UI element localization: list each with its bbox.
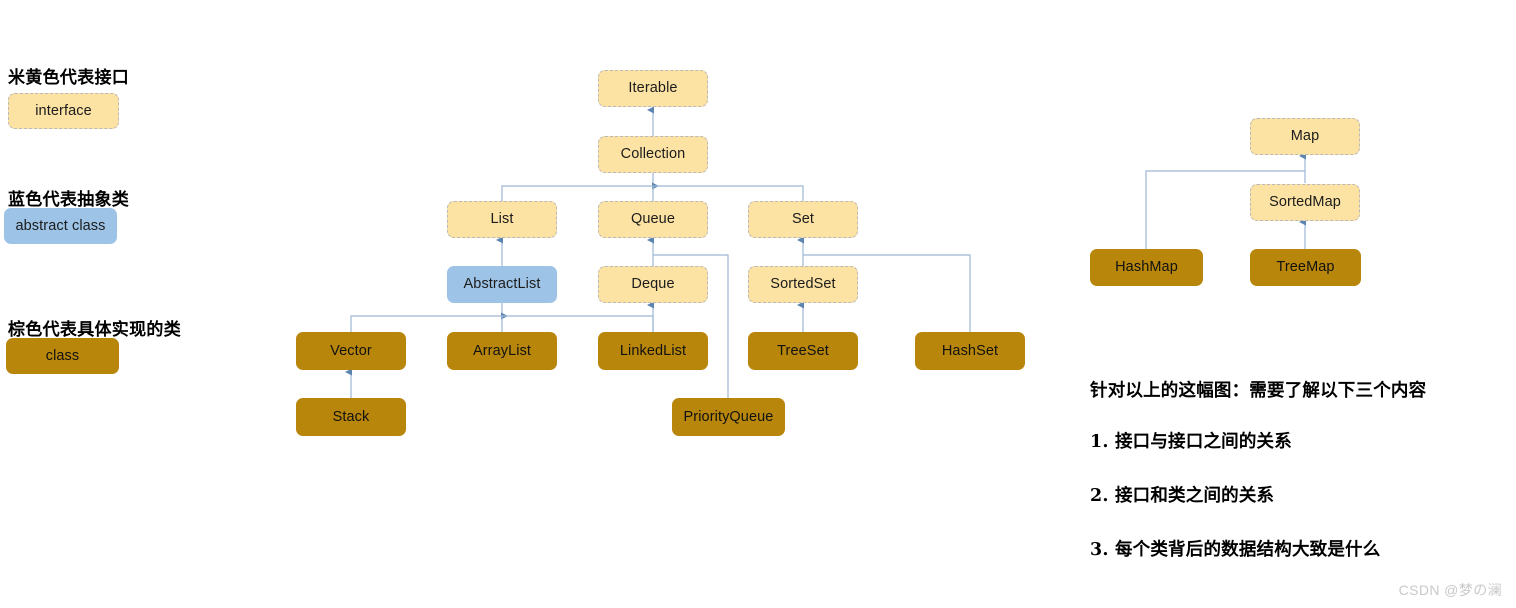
node-set[interactable]: Set [748, 201, 858, 238]
notes-heading: 针对以上的这幅图：需要了解以下三个内容 [1090, 381, 1427, 401]
notes-item-2: 2. 接口和类之间的关系 [1090, 486, 1275, 506]
node-linkedlist[interactable]: LinkedList [598, 332, 708, 370]
connector-layer [345, 106, 1306, 399]
legend-sample-abstract: abstract class [4, 208, 117, 244]
node-hashmap[interactable]: HashMap [1090, 249, 1203, 286]
node-list[interactable]: List [447, 201, 557, 238]
node-deque[interactable]: Deque [598, 266, 708, 303]
diagram-canvas: 米黄色代表接口 interface 蓝色代表抽象类 abstract class… [0, 0, 1516, 608]
legend-title-class: 棕色代表具体实现的类 [8, 320, 181, 340]
node-abstractlist[interactable]: AbstractList [447, 266, 557, 303]
legend-title-abstract: 蓝色代表抽象类 [8, 190, 130, 210]
csdn-watermark: CSDN @梦の澜 [1398, 582, 1502, 598]
node-queue[interactable]: Queue [598, 201, 708, 238]
node-vector[interactable]: Vector [296, 332, 406, 370]
node-iterable[interactable]: Iterable [598, 70, 708, 107]
edge-bus-collection-rail [501, 185, 804, 202]
node-arraylist[interactable]: ArrayList [447, 332, 557, 370]
node-treeset[interactable]: TreeSet [748, 332, 858, 370]
node-treemap[interactable]: TreeMap [1250, 249, 1361, 286]
notes-item-1: 1. 接口与接口之间的关系 [1090, 432, 1292, 452]
legend-sample-interface: interface [8, 93, 119, 129]
legend-title-interface: 米黄色代表接口 [8, 68, 130, 88]
node-sortedmap[interactable]: SortedMap [1250, 184, 1360, 221]
node-hashset[interactable]: HashSet [915, 332, 1025, 370]
node-sortedset[interactable]: SortedSet [748, 266, 858, 303]
edge-bus-abstractlist-rail [350, 315, 654, 333]
node-map[interactable]: Map [1250, 118, 1360, 155]
node-stack[interactable]: Stack [296, 398, 406, 436]
node-priorityqueue[interactable]: PriorityQueue [672, 398, 785, 436]
legend-sample-class: class [6, 338, 119, 374]
node-collection[interactable]: Collection [598, 136, 708, 173]
notes-item-3: 3. 每个类背后的数据结构大致是什么 [1090, 540, 1381, 560]
